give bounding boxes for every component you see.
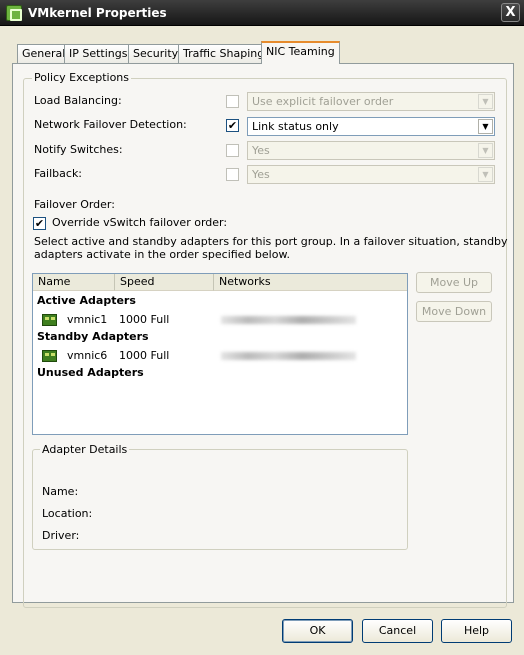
column-header-speed[interactable]: Speed [115,274,214,291]
override-vswitch-label[interactable]: Override vSwitch failover order: [52,216,227,229]
notify-switches-label: Notify Switches: [34,143,123,156]
load-balancing-value: Use explicit failover order [252,95,394,108]
failover-description-line2: adapters activate in the order specified… [34,248,290,261]
chevron-down-icon: ▼ [478,119,493,134]
unused-adapters-heading: Unused Adapters [37,366,144,379]
failback-value: Yes [252,168,270,181]
load-balancing-select[interactable]: Use explicit failover order ▼ [247,92,495,111]
failback-checkbox[interactable] [226,168,239,181]
chevron-down-icon: ▼ [478,167,493,182]
network-failover-detection-label: Network Failover Detection: [34,118,187,131]
detail-name-label: Name: [42,485,79,498]
network-adapter-icon [42,350,57,362]
network-adapter-icon [42,314,57,326]
network-failover-detection-value: Link status only [252,120,339,133]
load-balancing-checkbox[interactable] [226,95,239,108]
failback-label: Failback: [34,167,83,180]
failover-description-line1: Select active and standby adapters for t… [34,235,508,248]
failover-order-label: Failover Order: [34,198,115,211]
failback-select[interactable]: Yes ▼ [247,165,495,184]
notify-switches-value: Yes [252,144,270,157]
adapter-name: vmnic1 [67,313,108,326]
detail-location-label: Location: [42,507,93,520]
adapter-details-legend: Adapter Details [40,443,130,456]
adapter-name: vmnic6 [67,349,108,362]
adapter-list[interactable]: Name Speed Networks Active Adapters vmni… [32,273,408,435]
policy-exceptions-legend: Policy Exceptions [32,71,132,84]
notify-switches-select[interactable]: Yes ▼ [247,141,495,160]
move-down-button[interactable]: Move Down [416,301,492,322]
networks-redacted [221,316,356,324]
adapter-speed: 1000 Full [119,349,170,362]
networks-redacted [221,352,356,360]
chevron-down-icon: ▼ [478,94,493,109]
adapter-details-group [32,449,408,550]
move-up-button[interactable]: Move Up [416,272,492,293]
notify-switches-checkbox[interactable] [226,144,239,157]
standby-adapters-heading: Standby Adapters [37,330,149,343]
override-vswitch-checkbox[interactable]: ✔ [33,217,46,230]
load-balancing-label: Load Balancing: [34,94,122,107]
active-adapters-heading: Active Adapters [37,294,136,307]
adapter-speed: 1000 Full [119,313,170,326]
network-failover-detection-select[interactable]: Link status only ▼ [247,117,495,136]
column-header-networks[interactable]: Networks [214,274,407,291]
column-header-name[interactable]: Name [33,274,115,291]
network-failover-detection-checkbox[interactable]: ✔ [226,119,239,132]
detail-driver-label: Driver: [42,529,80,542]
chevron-down-icon: ▼ [478,143,493,158]
